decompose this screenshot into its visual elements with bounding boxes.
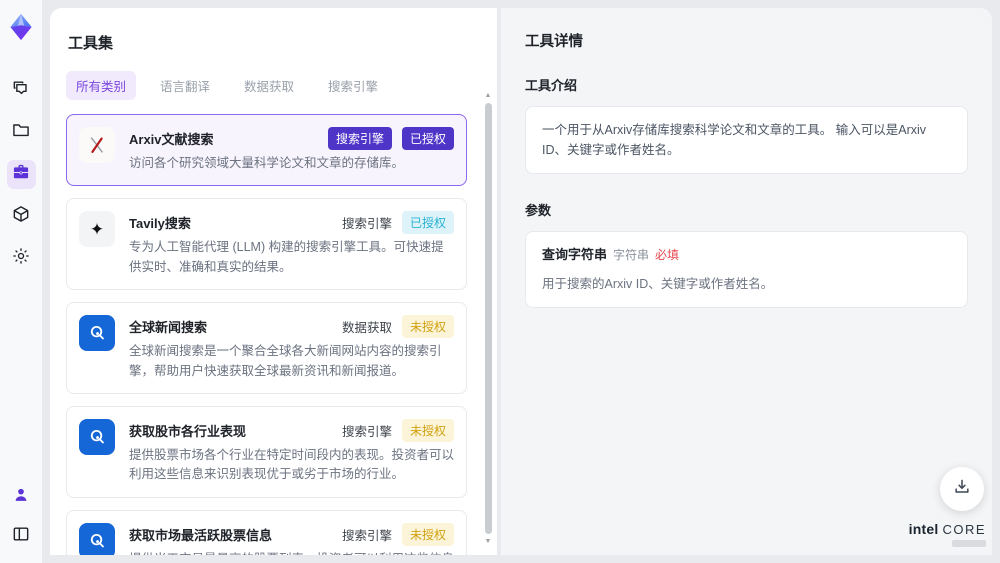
tool-card-tavily[interactable]: ✦ Tavily搜索 专为人工智能代理 (LLM) 构建的搜索引擎工具。可快速提… <box>66 198 467 291</box>
scroll-down-icon[interactable]: ▼ <box>485 538 492 545</box>
param-description: 用于搜索的Arxiv ID、关键字或作者姓名。 <box>542 276 774 291</box>
chat-icon <box>11 78 31 103</box>
search-app-icon <box>79 418 115 455</box>
page-title: 工具集 <box>68 35 114 52</box>
sidebar-item-panel-toggle[interactable] <box>7 522 36 551</box>
tab-data-fetch[interactable]: 数据获取 <box>234 71 304 100</box>
arxiv-icon <box>79 127 115 163</box>
tab-search-engine[interactable]: 搜索引擎 <box>318 71 388 100</box>
param-box: 查询字符串 字符串 必填 用于搜索的Arxiv ID、关键字或作者姓名。 <box>525 231 968 308</box>
download-button[interactable] <box>940 467 984 511</box>
app-window: 工具集 所有类别 语言翻译 数据获取 搜索引擎 Arxiv文献搜索 访问各个研究… <box>0 0 1000 563</box>
sparkle-icon: ✦ <box>79 211 115 248</box>
category-badge: 搜索引擎 <box>327 127 392 150</box>
tool-card-list: Arxiv文献搜索 访问各个研究领域大量科学论文和文章的存储库。 搜索引擎 已授… <box>66 114 481 555</box>
download-icon <box>952 477 972 502</box>
sidebar-nav <box>6 76 36 273</box>
sidebar-item-toolbox[interactable] <box>6 160 36 189</box>
sidebar-item-chat[interactable] <box>7 76 36 105</box>
app-logo-icon <box>6 12 36 42</box>
tool-details-panel: 工具详情 工具介绍 一个用于从Arxiv存储库搜索科学论文和文章的工具。 输入可… <box>501 8 992 555</box>
tool-card-global-news[interactable]: 全球新闻搜索 全球新闻搜索是一个聚合全球各大新闻网站内容的搜索引擎，帮助用户快速… <box>66 302 467 394</box>
list-scrollbar: ▲ ▼ <box>482 92 494 545</box>
intro-text-box: 一个用于从Arxiv存储库搜索科学论文和文章的工具。 输入可以是Arxiv ID… <box>525 106 968 174</box>
tab-all-categories[interactable]: 所有类别 <box>66 71 137 100</box>
auth-status-badge: 已授权 <box>401 211 454 235</box>
param-type: 字符串 <box>613 248 650 262</box>
category-tabs: 所有类别 语言翻译 数据获取 搜索引擎 <box>66 71 481 100</box>
tool-description: 提供当天交易量最高的股票列表，投资者可以利用这些信息来识别流动性强的股票和潜在的… <box>129 550 454 555</box>
sidebar <box>0 0 42 563</box>
search-app-icon <box>79 522 115 555</box>
sidebar-item-packages[interactable] <box>7 202 36 231</box>
param-name: 查询字符串 <box>542 247 608 262</box>
sidebar-item-account[interactable] <box>7 483 36 512</box>
intro-heading: 工具介绍 <box>525 78 578 93</box>
briefcase-icon <box>11 162 31 187</box>
intel-wordmark: intel <box>908 521 939 537</box>
auth-status-badge: 已授权 <box>401 127 454 150</box>
tool-description: 全球新闻搜索是一个聚合全球各大新闻网站内容的搜索引擎，帮助用户快速获取全球最新资… <box>129 344 442 378</box>
auth-status-badge: 未授权 <box>401 418 454 442</box>
tool-description: 提供股票市场各个行业在特定时间段内的表现。投资者可以利用这些信息来识别表现优于或… <box>129 447 455 482</box>
tool-card-arxiv[interactable]: Arxiv文献搜索 访问各个研究领域大量科学论文和文章的存储库。 搜索引擎 已授… <box>66 114 467 187</box>
tool-card-sector-performance[interactable]: 获取股市各行业表现 提供股票市场各个行业在特定时间段内的表现。投资者可以利用这些… <box>66 405 467 498</box>
folder-icon <box>11 120 31 145</box>
details-title: 工具详情 <box>525 34 583 50</box>
sidebar-bottom <box>7 483 36 551</box>
auth-status-badge: 未授权 <box>401 522 454 546</box>
tool-card-most-active-stocks[interactable]: 获取市场最活跃股票信息 提供当天交易量最高的股票列表，投资者可以利用这些信息来识… <box>66 509 467 555</box>
tool-description: 访问各个研究领域大量科学论文和文章的存储库。 <box>129 156 405 170</box>
tool-description: 专为人工智能代理 (LLM) 构建的搜索引擎工具。可快速提供实时、准确和真实的结… <box>129 240 444 274</box>
scroll-up-icon[interactable]: ▲ <box>485 92 492 99</box>
scrollbar-thumb[interactable] <box>484 103 492 534</box>
layout-panel-icon <box>11 524 31 549</box>
intel-badge-subtext <box>952 540 986 547</box>
sidebar-item-files[interactable] <box>7 118 36 147</box>
param-required-flag: 必填 <box>655 248 680 262</box>
tool-list-panel: 工具集 所有类别 语言翻译 数据获取 搜索引擎 Arxiv文献搜索 访问各个研究… <box>50 8 497 555</box>
search-app-icon <box>79 315 115 352</box>
params-heading: 参数 <box>525 203 552 218</box>
category-label: 搜索引擎 <box>341 424 392 439</box>
intel-core-logo: intel core <box>909 521 986 547</box>
cube-icon <box>11 204 31 229</box>
category-label: 搜索引擎 <box>341 528 392 543</box>
auth-status-badge: 未授权 <box>401 315 454 339</box>
user-icon <box>11 485 31 510</box>
gear-icon <box>11 246 31 271</box>
category-label: 数据获取 <box>341 321 392 336</box>
core-wordmark: core <box>942 522 986 537</box>
sidebar-item-settings[interactable] <box>7 244 36 273</box>
category-label: 搜索引擎 <box>341 217 392 232</box>
tab-language-translation[interactable]: 语言翻译 <box>150 71 220 100</box>
